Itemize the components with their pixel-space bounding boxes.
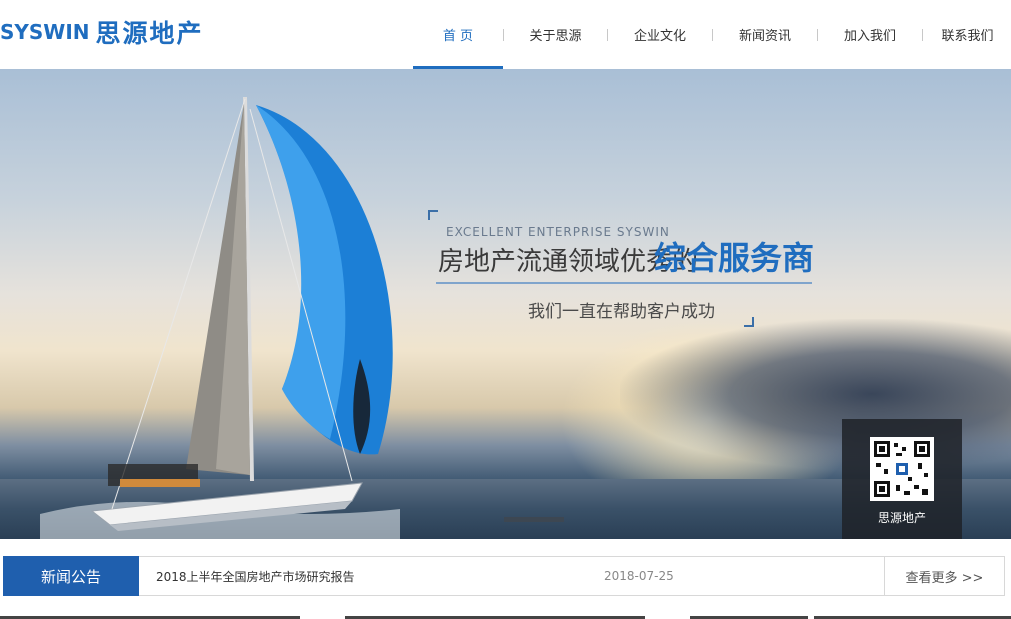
- slogan-english: EXCELLENT ENTERPRISE SYSWIN: [446, 225, 670, 239]
- nav-item-join[interactable]: 加入我们: [818, 0, 922, 69]
- nav-item-news[interactable]: 新闻资讯: [713, 0, 817, 69]
- qr-caption: 思源地产: [877, 511, 926, 525]
- news-bar: 新闻公告 2018上半年全国房地产市场研究报告 2018-07-25 查看更多 …: [3, 556, 1005, 596]
- hero-banner[interactable]: EXCELLENT ENTERPRISE SYSWIN 房地产流通领域优秀的 综…: [0, 69, 1011, 539]
- slider-indicator-active[interactable]: [504, 517, 564, 522]
- nav-item-contact[interactable]: 联系我们: [923, 0, 1011, 69]
- nav-item-about[interactable]: 关于思源: [504, 0, 607, 69]
- qr-panel[interactable]: 思源地产: [842, 419, 962, 539]
- nav-item-home[interactable]: 首 页: [413, 0, 503, 69]
- main-nav: 首 页 关于思源 企业文化 新闻资讯 加入我们 联系我们: [413, 0, 1011, 69]
- news-date: 2018-07-25: [604, 569, 674, 583]
- news-headline-link[interactable]: 2018上半年全国房地产市场研究报告: [156, 557, 355, 595]
- sailboat-illustration: [40, 96, 400, 539]
- news-label: 新闻公告: [3, 556, 139, 596]
- slogan-bracket-top-left: [428, 210, 438, 220]
- slogan-highlight: 综合服务商: [654, 239, 815, 277]
- logo-text-en: SYSWIN: [0, 20, 90, 44]
- slogan-sub: 我们一直在帮助客户成功: [528, 302, 715, 322]
- logo[interactable]: SYSWIN 思源地产: [0, 14, 204, 50]
- page: SYSWIN 思源地产 首 页 关于思源 企业文化 新闻资讯 加入我们 联系我们: [0, 0, 1011, 619]
- nav-item-culture[interactable]: 企业文化: [608, 0, 712, 69]
- qr-code-icon: [870, 437, 934, 501]
- slogan-underline: [436, 282, 812, 284]
- logo-text-cn: 思源地产: [95, 19, 204, 48]
- view-more-link[interactable]: 查看更多 >>: [884, 557, 1004, 595]
- slogan-bracket-bottom-right: [744, 317, 754, 327]
- site-header: SYSWIN 思源地产 首 页 关于思源 企业文化 新闻资讯 加入我们 联系我们: [0, 0, 1011, 69]
